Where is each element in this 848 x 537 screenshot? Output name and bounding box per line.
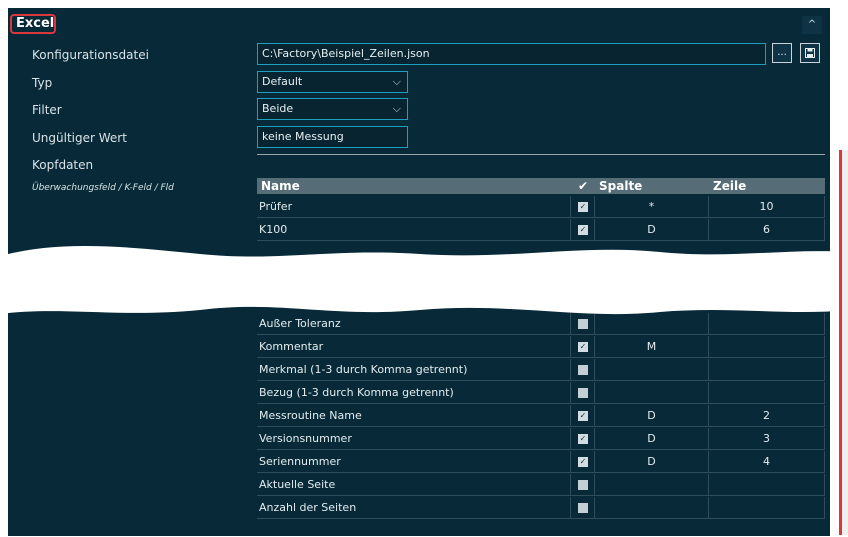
row-checkbox-cell: ✓ [571,219,595,241]
row-name: Kommentar [257,336,571,358]
row-zeile[interactable] [709,359,825,381]
table-row[interactable]: Prüfer ✓ * 10 [257,196,825,218]
row-name: Versionsnummer [257,428,571,450]
row-zeile[interactable] [709,474,825,496]
invalid-value-input[interactable]: keine Messung [257,126,408,148]
row-spalte[interactable]: D [595,219,709,241]
row-checkbox-cell: ✓ [571,196,595,218]
type-label: Typ [32,76,53,90]
column-header-zeile[interactable]: Zeile [709,178,825,194]
column-header-name[interactable]: Name [257,178,571,194]
row-name: Aktuelle Seite [257,474,571,496]
row-checkbox-cell: ✓ [571,451,595,473]
config-file-input[interactable]: C:\Factory\Beispiel_Zeilen.json [257,43,766,65]
row-name: Bezug (1-3 durch Komma getrennt) [257,382,571,404]
row-checkbox-cell [571,474,595,496]
row-spalte[interactable] [595,497,709,519]
row-checkbox-cell: ✓ [571,405,595,427]
row-checkbox[interactable]: ✓ [578,411,588,421]
row-checkbox-cell: ✓ [571,336,595,358]
torn-gap [0,245,848,315]
row-checkbox[interactable] [578,388,588,398]
row-spalte[interactable]: D [595,451,709,473]
table-row[interactable]: Versionsnummer ✓ D 3 [257,428,825,450]
type-value: Default [262,75,303,88]
row-spalte[interactable] [595,359,709,381]
row-checkbox[interactable]: ✓ [578,342,588,352]
monitor-field-label: Überwachungsfeld / K-Feld / Fld [32,183,174,193]
row-zeile[interactable] [709,382,825,404]
filter-select[interactable]: Beide ⌵ [257,98,408,120]
row-checkbox-cell [571,359,595,381]
row-zeile[interactable] [709,497,825,519]
row-name: Anzahl der Seiten [257,497,571,519]
table-row[interactable]: Messroutine Name ✓ D 2 [257,405,825,427]
table-row[interactable]: Merkmal (1-3 durch Komma getrennt) [257,359,825,381]
row-zeile[interactable]: 4 [709,451,825,473]
config-file-value: C:\Factory\Beispiel_Zeilen.json [262,47,430,60]
row-checkbox-cell [571,382,595,404]
table-row[interactable]: Bezug (1-3 durch Komma getrennt) [257,382,825,404]
filter-value: Beide [262,102,294,115]
row-spalte[interactable] [595,382,709,404]
row-spalte[interactable]: D [595,428,709,450]
divider [257,154,825,155]
row-checkbox[interactable]: ✓ [578,202,588,212]
row-spalte[interactable]: * [595,196,709,218]
row-zeile[interactable]: 10 [709,196,825,218]
column-header-spalte[interactable]: Spalte [595,178,709,194]
collapse-button[interactable]: ^ [802,16,822,34]
type-select[interactable]: Default ⌵ [257,71,408,93]
section-title: Excel [10,14,56,34]
config-file-label: Konfigurationsdatei [32,48,149,62]
table-row[interactable]: Aktuelle Seite [257,474,825,496]
row-checkbox[interactable]: ✓ [578,434,588,444]
row-name: Merkmal (1-3 durch Komma getrennt) [257,359,571,381]
chevron-down-icon: ⌵ [392,102,401,115]
table-row[interactable]: Anzahl der Seiten [257,497,825,519]
table-row[interactable]: K100 ✓ D 6 [257,219,825,241]
header-data-label: Kopfdaten [32,158,94,172]
row-zeile[interactable]: 6 [709,219,825,241]
floppy-disk-icon [805,48,815,58]
table-row[interactable]: Seriennummer ✓ D 4 [257,451,825,473]
chevron-down-icon: ⌵ [392,75,401,88]
row-name: K100 [257,219,571,241]
filter-label: Filter [32,103,62,117]
row-checkbox-cell [571,497,595,519]
row-zeile[interactable]: 3 [709,428,825,450]
row-name: Messroutine Name [257,405,571,427]
invalid-value-label: Ungültiger Wert [32,131,127,145]
row-checkbox[interactable] [578,365,588,375]
row-name: Prüfer [257,196,571,218]
column-header-check[interactable]: ✔ [571,178,595,194]
row-name: Seriennummer [257,451,571,473]
invalid-value-text: keine Messung [262,130,344,143]
row-spalte[interactable] [595,474,709,496]
row-checkbox[interactable]: ✓ [578,457,588,467]
table-row[interactable]: Kommentar ✓ M [257,336,825,358]
save-button[interactable] [800,43,820,63]
row-zeile[interactable] [709,336,825,358]
vertical-scrollbar[interactable] [839,150,848,535]
row-checkbox-cell: ✓ [571,428,595,450]
row-checkbox[interactable] [578,480,588,490]
row-zeile[interactable]: 2 [709,405,825,427]
browse-button[interactable]: ... [772,43,792,63]
row-checkbox[interactable]: ✓ [578,225,588,235]
row-spalte[interactable]: M [595,336,709,358]
row-checkbox[interactable] [578,503,588,513]
row-spalte[interactable]: D [595,405,709,427]
